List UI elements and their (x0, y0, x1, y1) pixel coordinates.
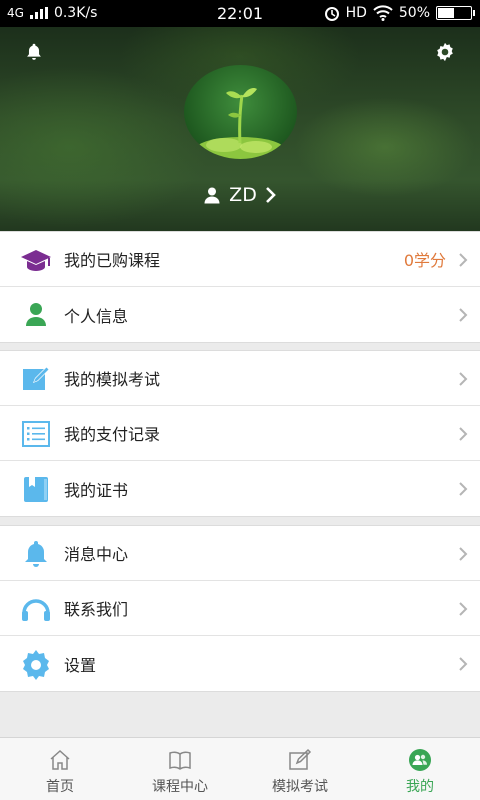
user-icon (204, 187, 220, 204)
menu-label: 我的已购课程 (64, 251, 161, 270)
menu-label: 个人信息 (64, 306, 129, 326)
home-icon (50, 749, 70, 770)
graduation-cap-icon (21, 250, 51, 271)
settings-gear-icon[interactable] (434, 41, 456, 63)
headset-icon (22, 599, 50, 621)
menu-item-purchased-courses[interactable]: 我的已购课程 0学分 (0, 232, 480, 287)
menu-group-records: 我的模拟考试 我的支付记录 我的证书 (0, 350, 480, 517)
chevron-right-icon (459, 602, 468, 616)
tab-mock-exam[interactable]: 模拟考试 (240, 738, 360, 800)
menu-item-certificates[interactable]: 我的证书 (0, 461, 480, 516)
notification-bell-icon[interactable] (23, 41, 45, 63)
menu-label: 联系我们 (64, 600, 129, 619)
menu-item-settings[interactable]: 设置 (0, 636, 480, 691)
menu-label: 设置 (64, 655, 97, 675)
tab-label: 课程中心 (152, 779, 208, 795)
chevron-right-icon (265, 187, 276, 203)
chevron-right-icon (459, 482, 468, 496)
menu-item-payment-records[interactable]: 我的支付记录 (0, 406, 480, 461)
chevron-right-icon (459, 253, 468, 267)
menu-group-support: 消息中心 联系我们 设置 (0, 525, 480, 692)
avatar[interactable] (184, 65, 297, 159)
tab-course-center[interactable]: 课程中心 (120, 738, 240, 800)
tab-label: 模拟考试 (272, 779, 328, 795)
battery-icon (436, 6, 475, 20)
username-row[interactable]: ZD (0, 184, 480, 206)
status-bar: 4G 0.3K/s 22:01 HD 50% (0, 0, 480, 27)
menu-label: 我的证书 (64, 480, 129, 500)
edit-note-icon (23, 366, 50, 390)
tab-label: 我的 (406, 779, 434, 795)
exam-icon (289, 748, 312, 770)
person-icon (26, 303, 46, 326)
menu-item-personal-info[interactable]: 个人信息 (0, 287, 480, 342)
gear-icon (23, 650, 49, 680)
alarm-icon (324, 7, 339, 21)
bottom-tab-bar: 首页 课程中心 模拟考试 我的 (0, 737, 480, 800)
chevron-right-icon (459, 372, 468, 386)
battery-fill (438, 8, 454, 18)
chevron-right-icon (459, 657, 468, 671)
bell-icon (25, 541, 47, 567)
sprout-image (196, 87, 284, 159)
menu-item-message-center[interactable]: 消息中心 (0, 526, 480, 581)
tab-mine[interactable]: 我的 (360, 738, 480, 800)
username: ZD (229, 184, 257, 206)
tab-label: 首页 (46, 779, 74, 795)
certificate-book-icon (24, 477, 48, 502)
wifi-icon (373, 5, 393, 21)
menu-label: 我的模拟考试 (64, 370, 161, 389)
credit-value: 0学分 (403, 251, 446, 270)
profile-header: ZD (0, 27, 480, 231)
list-icon (22, 421, 50, 447)
menu-item-contact-us[interactable]: 联系我们 (0, 581, 480, 636)
hd-badge: HD (345, 5, 367, 21)
status-right: HD 50% (324, 5, 475, 21)
menu-group-courses: 我的已购课程 0学分 个人信息 (0, 231, 480, 343)
battery-percent: 50% (398, 5, 430, 21)
book-icon (169, 751, 191, 770)
chevron-right-icon (459, 547, 468, 561)
chevron-right-icon (459, 308, 468, 322)
menu-item-mock-exams[interactable]: 我的模拟考试 (0, 351, 480, 406)
profile-icon (409, 749, 431, 771)
menu-label: 我的支付记录 (64, 425, 161, 444)
tab-home[interactable]: 首页 (0, 738, 120, 800)
menu-label: 消息中心 (64, 545, 129, 564)
chevron-right-icon (459, 427, 468, 441)
